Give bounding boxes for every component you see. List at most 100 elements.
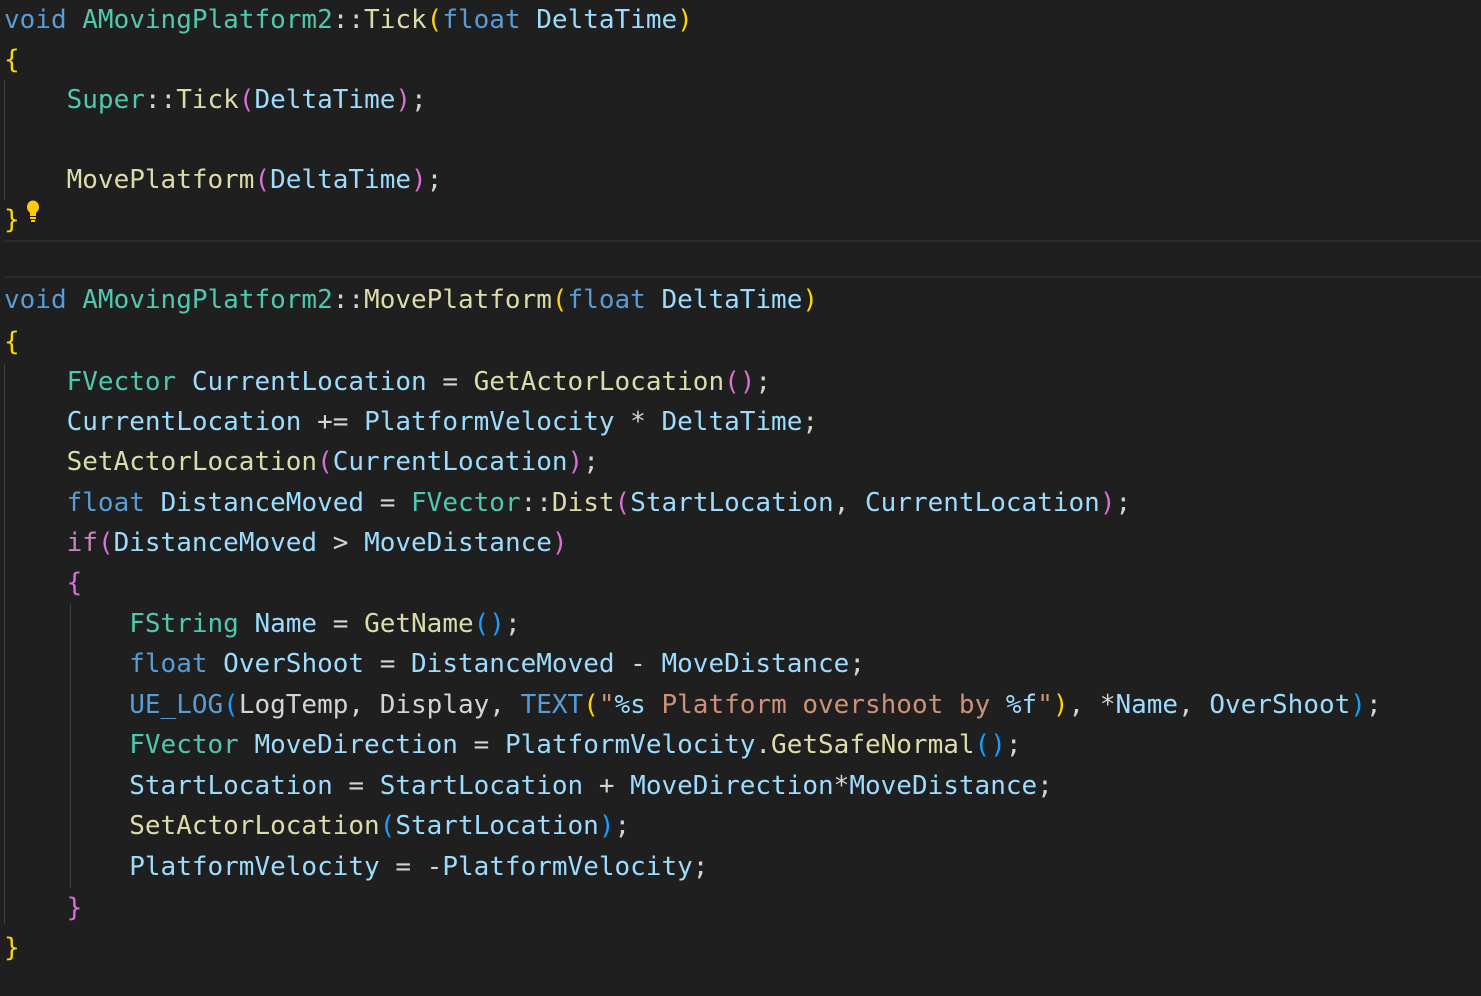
code-line-11[interactable]: CurrentLocation += PlatformVelocity * De… xyxy=(4,402,818,442)
code-token: ; xyxy=(1037,771,1053,801)
code-token: :: xyxy=(332,5,365,35)
code-token: GetActorLocation xyxy=(473,367,725,397)
code-token: AMovingPlatform2 xyxy=(82,5,333,35)
code-line-5[interactable]: MovePlatform(DeltaTime); xyxy=(4,160,443,200)
code-token: ; xyxy=(692,852,709,882)
code-token: = xyxy=(317,609,365,639)
code-line-12[interactable]: SetActorLocation(CurrentLocation); xyxy=(4,442,599,482)
code-line-2[interactable]: { xyxy=(4,40,20,80)
code-line-3[interactable]: Super::Tick(DeltaTime); xyxy=(4,80,427,120)
code-token: - xyxy=(426,852,443,882)
code-token: void xyxy=(4,285,67,315)
code-token: ) xyxy=(1052,690,1069,720)
code-line-24[interactable]: } xyxy=(4,928,20,968)
code-token: , xyxy=(1178,690,1210,720)
code-token: PlatformVelocity xyxy=(364,407,615,437)
code-line-23[interactable]: } xyxy=(4,888,83,928)
code-token: DistanceMoved xyxy=(160,488,365,518)
code-line-8[interactable]: void AMovingPlatform2::MovePlatform(floa… xyxy=(4,280,818,320)
code-token: StartLocation xyxy=(129,771,333,801)
code-editor[interactable]: void AMovingPlatform2::Tick(float DeltaT… xyxy=(0,0,1481,996)
code-line-13[interactable]: float DistanceMoved = FVector::Dist(Star… xyxy=(4,483,1132,523)
code-token: ) xyxy=(598,811,615,841)
code-token: = xyxy=(332,771,380,801)
code-token: = xyxy=(457,730,505,760)
code-token: StartLocation xyxy=(630,488,834,518)
code-token: ( xyxy=(426,5,443,35)
code-token: ( xyxy=(551,285,568,315)
code-line-14[interactable]: if(DistanceMoved > MoveDistance) xyxy=(4,523,568,563)
code-token: StartLocation xyxy=(395,811,599,841)
code-token: ; xyxy=(504,609,521,639)
code-token: OverShoot xyxy=(1209,690,1351,720)
current-line-highlight xyxy=(4,240,1481,278)
code-line-9[interactable]: { xyxy=(4,322,20,362)
code-token: SetActorLocation xyxy=(129,811,380,841)
code-token: if xyxy=(66,528,98,558)
code-token: ; xyxy=(802,407,819,437)
code-token: float xyxy=(66,488,145,518)
code-token: FString xyxy=(129,609,239,639)
code-line-6[interactable]: } xyxy=(4,200,20,240)
code-token: ) xyxy=(567,447,584,477)
code-line-17[interactable]: float OverShoot = DistanceMoved - MoveDi… xyxy=(4,644,865,684)
code-token: Dist xyxy=(551,488,615,518)
code-line-15[interactable]: { xyxy=(4,563,83,603)
code-token: ( xyxy=(724,367,740,397)
code-token: DeltaTime xyxy=(254,85,396,115)
code-line-22[interactable]: PlatformVelocity = -PlatformVelocity; xyxy=(4,847,708,887)
code-token: float xyxy=(442,5,521,35)
code-token: CurrentLocation xyxy=(191,367,427,397)
code-token: PlatformVelocity xyxy=(442,852,693,882)
code-token: ) xyxy=(551,528,568,558)
code-line-10[interactable]: FVector CurrentLocation = GetActorLocati… xyxy=(4,362,771,402)
code-token: , xyxy=(833,488,866,518)
code-token: , xyxy=(1068,690,1100,720)
code-token: ) xyxy=(1099,488,1116,518)
code-line-16[interactable]: FString Name = GetName(); xyxy=(4,604,521,644)
code-token: SetActorLocation xyxy=(66,447,318,477)
code-token: * xyxy=(1099,690,1116,720)
code-token: :: xyxy=(144,85,177,115)
code-line-20[interactable]: StartLocation = StartLocation + MoveDire… xyxy=(4,766,1053,806)
code-token: ( xyxy=(473,609,490,639)
code-token: ) xyxy=(489,609,505,639)
code-token: = xyxy=(379,852,427,882)
code-token: " xyxy=(598,690,615,720)
code-token: FVector xyxy=(66,367,177,397)
lightbulb-icon[interactable] xyxy=(26,200,40,222)
code-token: MovePlatform xyxy=(364,285,552,315)
code-line-1[interactable]: void AMovingPlatform2::Tick(float DeltaT… xyxy=(4,0,693,40)
code-token: void xyxy=(4,5,67,35)
code-token: Tick xyxy=(176,85,239,115)
code-token: ( xyxy=(254,165,271,195)
code-token: MoveDistance xyxy=(364,528,552,558)
code-line-19[interactable]: FVector MoveDirection = PlatformVelocity… xyxy=(4,725,1021,765)
code-token: DeltaTime xyxy=(661,285,803,315)
code-token: :: xyxy=(332,285,365,315)
code-line-18[interactable]: UE_LOG(LogTemp, Display, TEXT("%s Platfo… xyxy=(4,685,1381,725)
code-line-21[interactable]: SetActorLocation(StartLocation); xyxy=(4,806,630,846)
code-token: = xyxy=(426,367,474,397)
code-token: MoveDistance xyxy=(849,771,1038,801)
code-token: ; xyxy=(411,85,427,115)
code-token: UE_LOG xyxy=(129,690,224,720)
code-token: MovePlatform xyxy=(66,165,255,195)
code-token: ( xyxy=(238,85,255,115)
code-token: FVector xyxy=(129,730,239,760)
code-token: + xyxy=(583,771,631,801)
code-token: Display xyxy=(379,690,490,720)
code-token: ; xyxy=(755,367,772,397)
code-token: float xyxy=(567,285,646,315)
